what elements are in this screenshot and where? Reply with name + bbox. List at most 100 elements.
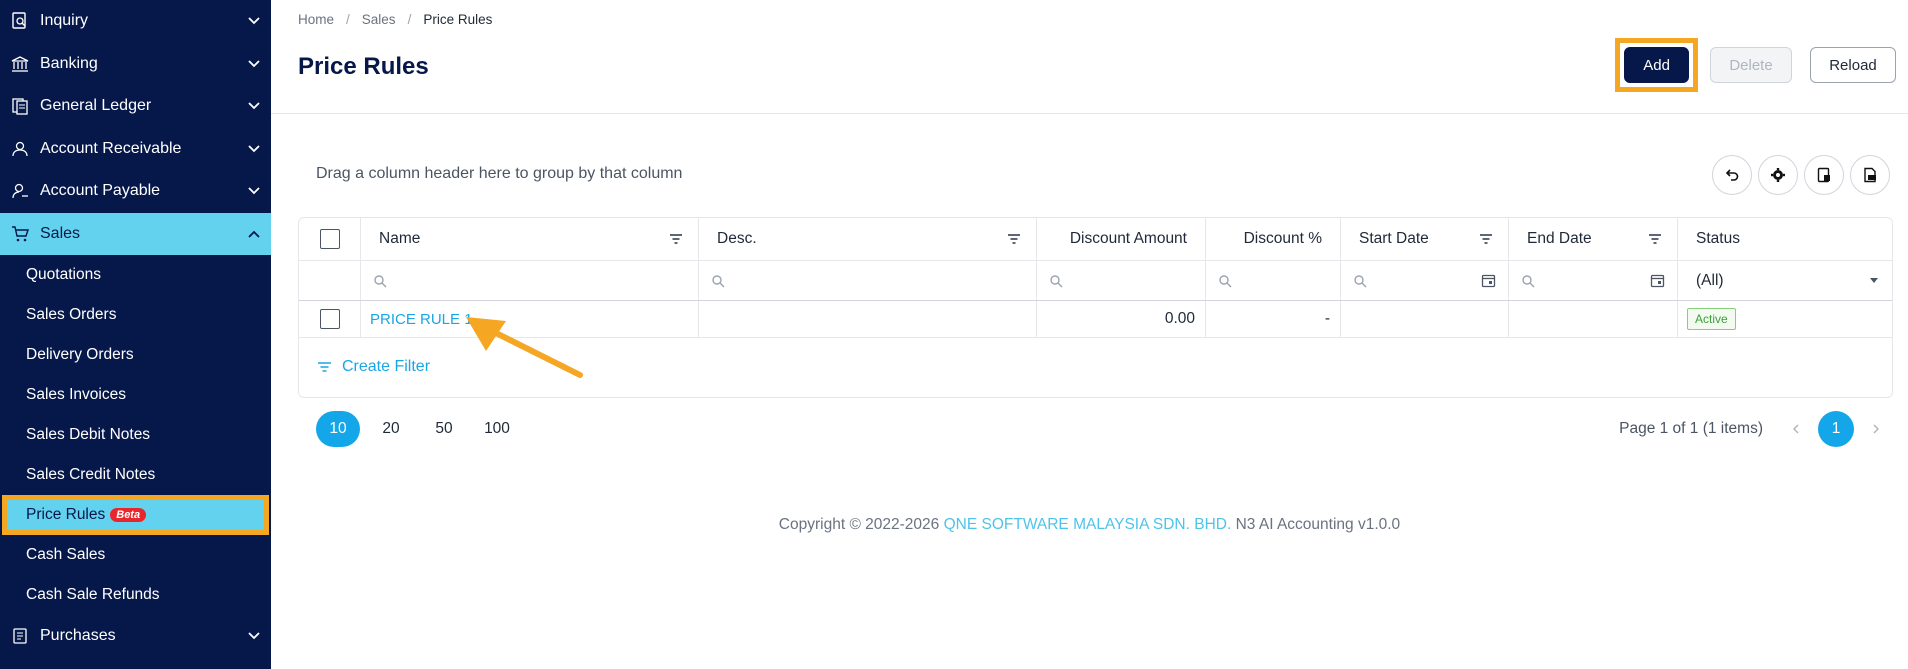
undo-button[interactable] <box>1712 155 1752 195</box>
cell-end-date <box>1509 301 1678 337</box>
start-date-filter-input[interactable] <box>1341 261 1509 300</box>
filter-icon[interactable] <box>1006 231 1022 247</box>
company-link[interactable]: QNE SOFTWARE MALAYSIA SDN. BHD. <box>944 516 1232 533</box>
beta-badge: Beta <box>110 508 147 522</box>
calendar-icon[interactable] <box>1481 273 1496 288</box>
column-header-discount-amount[interactable]: Discount Amount <box>1037 218 1206 260</box>
settings-button[interactable] <box>1758 155 1798 195</box>
page-size-option[interactable]: 20 <box>369 411 413 447</box>
filter-icon[interactable] <box>668 231 684 247</box>
sidebar-group-label: General Ledger <box>40 97 152 115</box>
breadcrumb-sales[interactable]: Sales <box>362 12 396 27</box>
ledger-icon <box>10 96 30 116</box>
select-all-checkbox[interactable] <box>319 229 340 249</box>
chevron-left-icon <box>1793 424 1799 434</box>
grid-filter-row: (All) <box>299 261 1892 301</box>
add-button[interactable]: Add <box>1624 47 1689 83</box>
sidebar-item-cash-sales[interactable]: Cash Sales <box>0 535 271 575</box>
chevron-right-icon <box>1873 424 1879 434</box>
caret-down-icon <box>1870 278 1878 283</box>
sidebar-item-label: Price Rules <box>26 506 106 523</box>
prev-page-button[interactable] <box>1786 411 1806 447</box>
page-size-option[interactable]: 10 <box>316 411 360 447</box>
sidebar-item-delivery-orders[interactable]: Delivery Orders <box>0 335 271 375</box>
group-panel-hint: Drag a column header here to group by th… <box>316 165 683 182</box>
end-date-filter-input[interactable] <box>1509 261 1678 300</box>
cell-name: PRICE RULE 1 <box>361 301 699 337</box>
search-icon <box>1354 274 1367 287</box>
sidebar-group-sales[interactable]: Sales <box>0 212 271 255</box>
sidebar-item-price-rules[interactable]: Price Rules Beta <box>2 495 269 535</box>
filter-icon[interactable] <box>1647 231 1663 247</box>
product-version: N3 AI Accounting v1.0.0 <box>1235 516 1401 533</box>
purchases-icon <box>10 626 30 646</box>
cell-start-date <box>1341 301 1509 337</box>
chevron-down-icon <box>247 142 261 156</box>
column-header-label: Discount Amount <box>1069 230 1187 247</box>
sidebar-group-account-receivable[interactable]: Account Receivable <box>0 128 271 171</box>
breadcrumb-home[interactable]: Home <box>298 12 334 27</box>
reload-button[interactable]: Reload <box>1810 47 1896 83</box>
sidebar-group-label: Sales <box>40 224 81 242</box>
export-pdf-button[interactable] <box>1850 155 1890 195</box>
row-checkbox[interactable] <box>319 309 340 329</box>
desc-filter-input[interactable] <box>699 261 1037 300</box>
sidebar-group-general-ledger[interactable]: General Ledger <box>0 85 271 128</box>
column-header-start-date[interactable]: Start Date <box>1341 218 1509 260</box>
sidebar-group-label: Account Payable <box>40 182 161 200</box>
sidebar-group-label: Inquiry <box>40 12 89 30</box>
header-select-cell <box>299 218 361 260</box>
price-rules-grid: Name Desc. Discount Amount Discount % St… <box>298 217 1893 398</box>
cell-discount-percent: - <box>1206 301 1341 337</box>
sidebar-group-account-payable[interactable]: Account Payable <box>0 170 271 213</box>
create-filter-button[interactable]: Create Filter <box>317 358 430 376</box>
sidebar-item-sales-debit-notes[interactable]: Sales Debit Notes <box>0 415 271 455</box>
sidebar-group-inquiry[interactable]: Inquiry <box>0 0 271 43</box>
page-size-selector: 10 20 50 100 <box>316 411 528 447</box>
discount-amount-filter-input[interactable] <box>1037 261 1206 300</box>
delete-button[interactable]: Delete <box>1710 47 1792 83</box>
column-header-name[interactable]: Name <box>361 218 699 260</box>
export-excel-button[interactable] <box>1804 155 1844 195</box>
page-size-option[interactable]: 100 <box>475 411 519 447</box>
discount-percent-filter-input[interactable] <box>1206 261 1341 300</box>
gear-icon <box>1771 168 1785 182</box>
pager-info: Page 1 of 1 (1 items) <box>1619 420 1763 437</box>
sidebar-item-sales-orders[interactable]: Sales Orders <box>0 295 271 335</box>
pager-nav: 1 <box>1786 411 1886 447</box>
sidebar-group-label: Purchases <box>40 627 116 645</box>
page-title: Price Rules <box>298 53 429 80</box>
price-rule-link[interactable]: PRICE RULE 1 <box>361 311 473 328</box>
name-filter-input[interactable] <box>361 261 699 300</box>
column-header-discount-percent[interactable]: Discount % <box>1206 218 1341 260</box>
row-select-cell <box>299 301 361 337</box>
sidebar-item-quotations[interactable]: Quotations <box>0 255 271 295</box>
status-filter-select[interactable]: (All) <box>1678 261 1892 300</box>
app: Inquiry Banking General Ledger Account R… <box>0 0 1908 669</box>
sidebar-item-cash-sale-refunds[interactable]: Cash Sale Refunds <box>0 575 271 615</box>
page-button[interactable]: 1 <box>1818 411 1854 447</box>
column-header-desc[interactable]: Desc. <box>699 218 1037 260</box>
cell-desc <box>699 301 1037 337</box>
copyright-text: Copyright © 2022-2026 <box>778 516 940 533</box>
sidebar-item-sales-invoices[interactable]: Sales Invoices <box>0 375 271 415</box>
spreadsheet-export-icon <box>1817 167 1830 183</box>
filter-icon[interactable] <box>1478 231 1494 247</box>
next-page-button[interactable] <box>1866 411 1886 447</box>
chevron-down-icon <box>247 99 261 113</box>
sidebar-group-banking[interactable]: Banking <box>0 43 271 86</box>
search-icon <box>1050 274 1063 287</box>
sidebar-item-sales-credit-notes[interactable]: Sales Credit Notes <box>0 455 271 495</box>
calendar-icon[interactable] <box>1650 273 1665 288</box>
status-filter-dropdown[interactable]: (All) <box>1678 272 1892 290</box>
pdf-export-icon <box>1864 167 1876 183</box>
page-size-option[interactable]: 50 <box>422 411 466 447</box>
column-header-status[interactable]: Status <box>1678 218 1892 260</box>
table-row[interactable]: PRICE RULE 1 0.00 - Active <box>299 301 1892 338</box>
cart-icon <box>10 224 30 244</box>
sidebar-group-purchases[interactable]: Purchases <box>0 615 271 658</box>
footer: Copyright © 2022-2026 QNE SOFTWARE MALAY… <box>271 516 1908 534</box>
filter-icon <box>318 362 331 372</box>
column-header-end-date[interactable]: End Date <box>1509 218 1678 260</box>
receivable-icon <box>10 139 30 159</box>
